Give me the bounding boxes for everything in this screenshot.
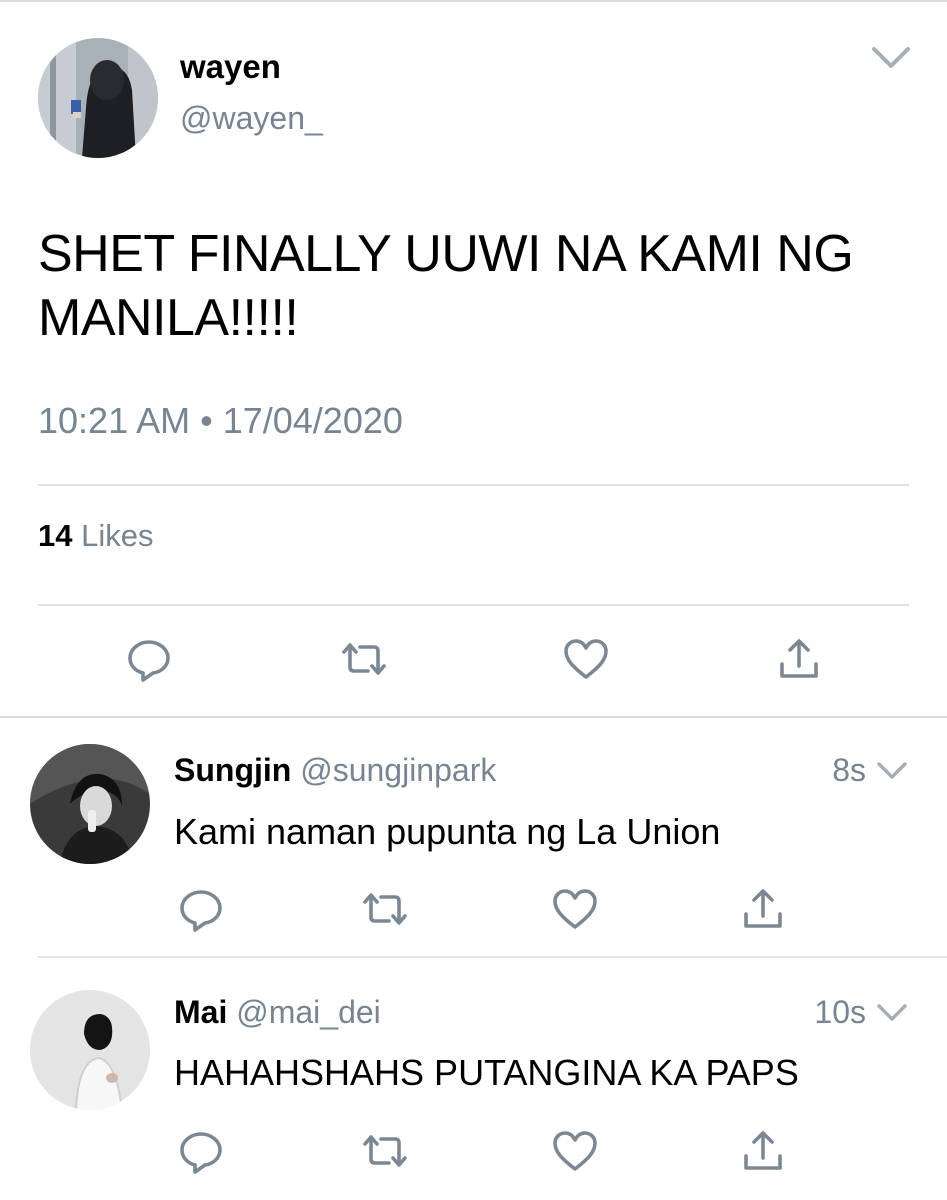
- divider: [38, 604, 909, 606]
- top-border: [0, 0, 947, 2]
- retweet-icon[interactable]: [360, 884, 410, 934]
- avatar[interactable]: [30, 744, 150, 864]
- chevron-down-icon[interactable]: [876, 1002, 908, 1024]
- reply-author-handle[interactable]: @mai_dei: [236, 994, 381, 1030]
- chevron-down-icon[interactable]: [870, 44, 912, 72]
- likes-number: 14: [38, 518, 73, 553]
- reply-text: Kami naman pupunta ng La Union: [174, 811, 721, 852]
- share-icon[interactable]: [774, 634, 824, 684]
- divider: [38, 484, 909, 486]
- share-icon[interactable]: [738, 1126, 788, 1176]
- tweet-timestamp[interactable]: 10:21 AM • 17/04/2020: [38, 399, 403, 443]
- reply-author-handle[interactable]: @sungjinpark: [300, 752, 496, 788]
- reply-icon[interactable]: [176, 1126, 226, 1176]
- tweet-text: SHET FINALLY UUWI NA KAMI NG MANILA!!!!!: [38, 225, 854, 347]
- reply-icon[interactable]: [176, 884, 226, 934]
- reply-author-name[interactable]: Mai: [174, 994, 227, 1030]
- like-icon[interactable]: [561, 634, 611, 684]
- reply-timestamp[interactable]: 10s: [780, 992, 866, 1032]
- reply-text: HAHAHSHAHS PUTANGINA KA PAPS: [174, 1052, 799, 1093]
- share-icon[interactable]: [738, 884, 788, 934]
- reply-header: Sungjin @sungjinpark: [174, 750, 496, 790]
- author-handle[interactable]: @wayen_: [180, 98, 323, 138]
- retweet-icon[interactable]: [339, 634, 389, 684]
- like-icon[interactable]: [550, 1126, 600, 1176]
- reply-icon[interactable]: [124, 634, 174, 684]
- chevron-down-icon[interactable]: [876, 760, 908, 782]
- likes-count[interactable]: 14 Likes: [38, 516, 153, 556]
- avatar[interactable]: [38, 38, 158, 158]
- reply-timestamp[interactable]: 8s: [780, 750, 866, 790]
- author-name[interactable]: wayen: [180, 47, 281, 87]
- divider: [0, 716, 947, 718]
- likes-label: Likes: [81, 518, 154, 553]
- like-icon[interactable]: [550, 884, 600, 934]
- retweet-icon[interactable]: [360, 1126, 410, 1176]
- reply-author-name[interactable]: Sungjin: [174, 752, 291, 788]
- reply-header: Mai @mai_dei: [174, 992, 381, 1032]
- divider: [38, 956, 947, 958]
- avatar[interactable]: [30, 990, 150, 1110]
